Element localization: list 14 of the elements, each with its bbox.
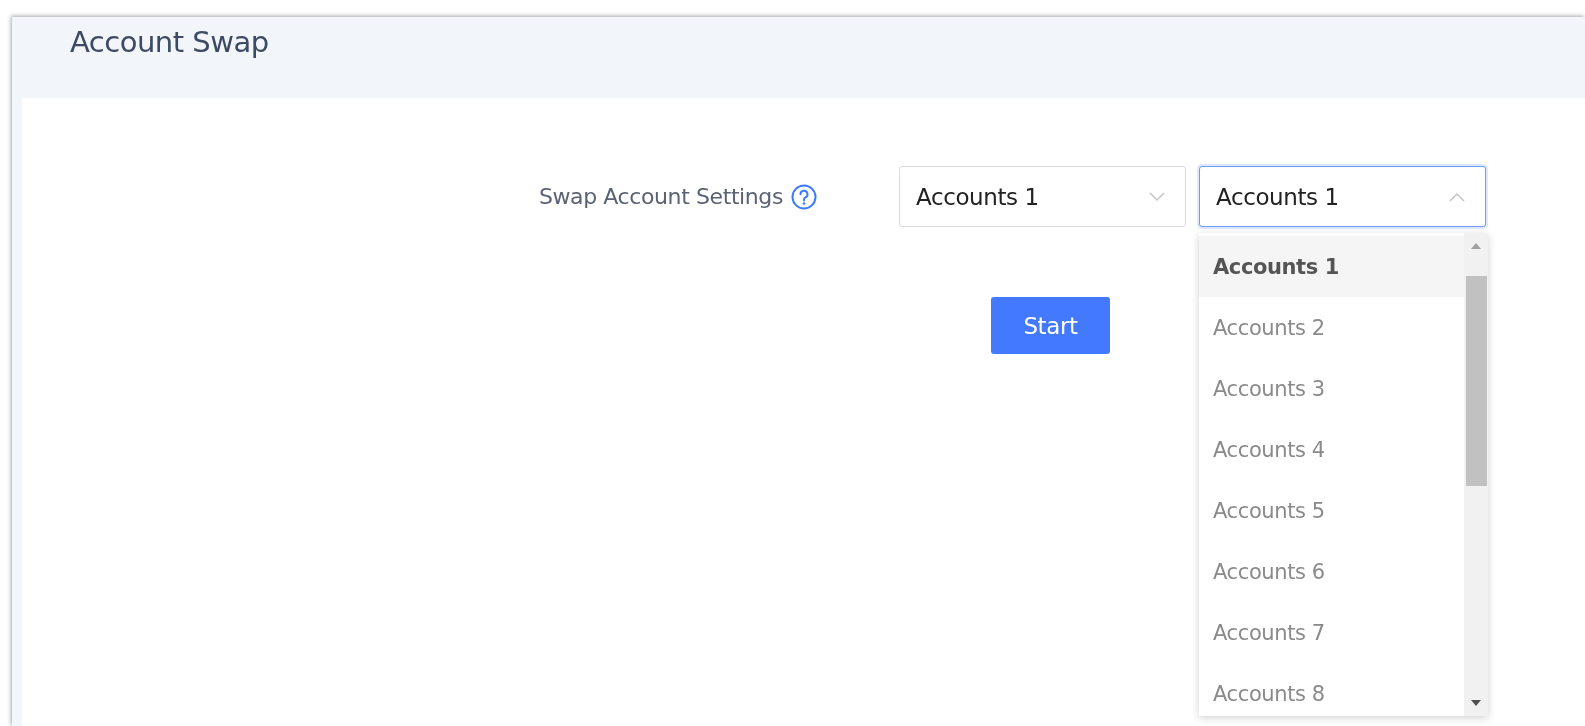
dropdown-option[interactable]: Accounts 1 [1199,236,1464,297]
chevron-down-icon [1149,191,1165,202]
scrollbar[interactable] [1464,233,1488,716]
scroll-down-icon[interactable] [1471,700,1481,706]
help-icon[interactable] [791,183,817,210]
chevron-up-icon [1449,191,1465,202]
start-button[interactable]: Start [991,297,1110,354]
account-select[interactable]: Accounts 1 [1199,166,1486,227]
dropdown-option[interactable]: Accounts 8 [1199,663,1464,716]
scroll-up-icon[interactable] [1471,243,1481,249]
account-select[interactable]: Accounts 1 [899,166,1186,227]
scroll-thumb[interactable] [1465,276,1487,486]
page-title: Account Swap [70,25,269,59]
field-label: Swap Account Settings [538,184,783,209]
